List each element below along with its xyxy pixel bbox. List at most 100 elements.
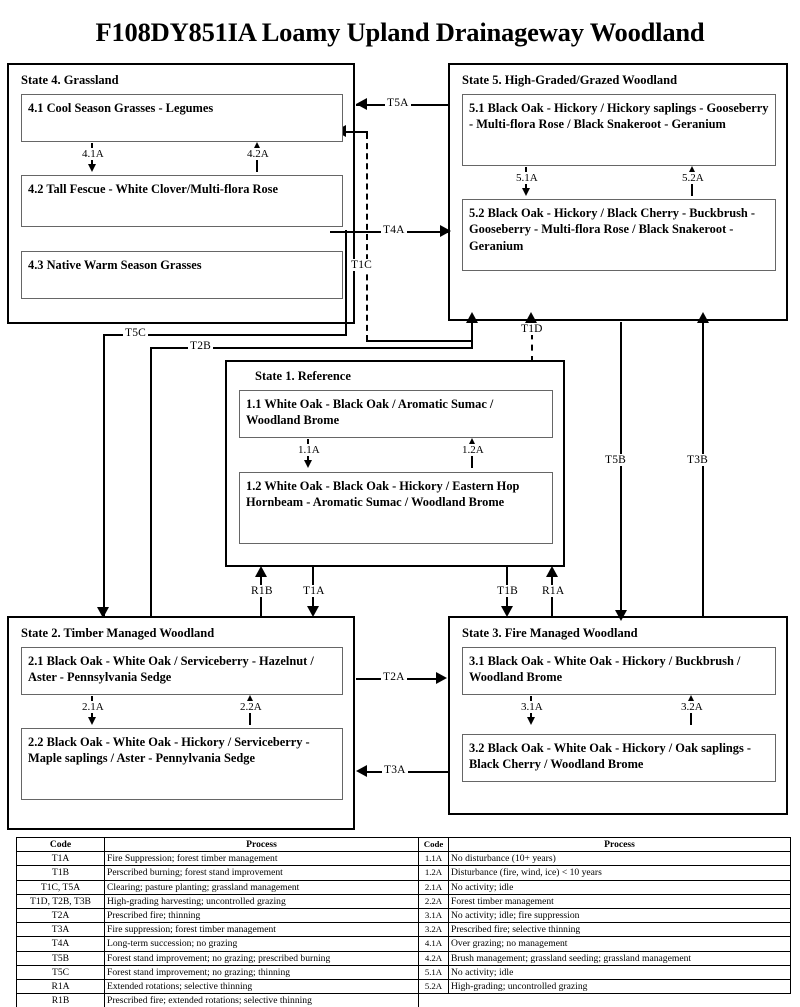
state-box-state5[interactable]: State 5. High-Graded/Grazed Woodland 5.1… [448, 63, 788, 321]
internal-label-2-1a: 2.1A [81, 701, 105, 713]
internal-label-1-1a: 1.1A [297, 444, 321, 456]
transition-label-t3b: T3B [685, 454, 711, 466]
legend-code-cell: 1.1A [418, 851, 449, 867]
legend-row: 5.2A High-grading; uncontrolled grazing [418, 979, 791, 995]
legend-process-cell: Fire Suppression; forest timber manageme… [104, 851, 419, 867]
legend-row: 1.1A No disturbance (10+ years) [418, 851, 791, 867]
phase-box-1-1[interactable]: 1.1 White Oak - Black Oak / Aromatic Sum… [239, 390, 553, 438]
phase-box-2-1[interactable]: 2.1 Black Oak - White Oak / Serviceberry… [21, 647, 343, 695]
state-box-state1[interactable]: State 1. Reference 1.1 White Oak - Black… [225, 360, 565, 567]
legend-code-cell: 5.2A [418, 979, 449, 995]
legend-code-cell: T4A [16, 936, 105, 952]
legend-row: T4A Long-term succession; no grazing [16, 936, 419, 952]
legend-row: T3A Fire suppression; forest timber manag… [16, 922, 419, 938]
transition-label-t5c: T5C [123, 327, 149, 339]
legend-code-cell: T5B [16, 950, 105, 966]
connector-t2b-riser [471, 322, 474, 348]
legend-process-cell: Forest timber management [448, 893, 791, 910]
legend-process-cell: Over grazing; no management [448, 936, 791, 952]
transition-label-t2a: T2A [381, 671, 407, 683]
legend-left-process-header: Process [104, 836, 419, 853]
phase-3-1-label: 3.1 Black Oak - White Oak - Hickory / Bu… [469, 654, 741, 685]
legend-process-cell: Long-term succession; no grazing [104, 936, 419, 952]
diagram-page: F108DY851IA Loamy Upland Drainageway Woo… [0, 0, 800, 1007]
legend-code-cell: T1D, T2B, T3B [16, 893, 105, 910]
state1-title: State 1. Reference [255, 369, 351, 383]
phase-box-3-2[interactable]: 3.2 Black Oak - White Oak - Hickory / Oa… [462, 734, 776, 782]
legend-table-left: Code Process T1A Fire Suppression; forest… [16, 836, 419, 1007]
page-title: F108DY851IA Loamy Upland Drainageway Woo… [95, 17, 705, 47]
transition-label-t3a: T3A [382, 764, 408, 776]
transition-label-t5b: T5B [603, 454, 629, 466]
internal-arrow-1-1a [303, 460, 312, 468]
legend-left-header-row: Code Process [16, 836, 419, 853]
connector-t1c-dashed [366, 133, 368, 341]
phase-box-2-2[interactable]: 2.2 Black Oak - White Oak - Hickory / Se… [21, 728, 343, 800]
internal-label-1-2a: 1.2A [461, 444, 485, 456]
legend-code-cell: R1B [16, 993, 105, 1007]
phase-box-5-2[interactable]: 5.2 Black Oak - Hickory / Black Cherry -… [462, 199, 776, 271]
legend-process-cell: Perscribed burning; forest stand improve… [104, 865, 419, 881]
transition-label-t4a: T4A [381, 224, 407, 236]
phase-2-2-label: 2.2 Black Oak - White Oak - Hickory / Se… [28, 735, 310, 766]
legend-process-cell: Fire suppression; forest timber manageme… [104, 922, 419, 938]
state-box-state3[interactable]: State 3. Fire Managed Woodland 3.1 Black… [448, 616, 788, 815]
legend-row: T1D, T2B, T3B High-grading harvesting; un… [16, 893, 419, 910]
internal-label-4-2a: 4.2A [246, 148, 270, 160]
connector-t5c-vertical [103, 334, 106, 616]
legend-process-cell: Prescribed fire; extended rotations; sel… [104, 993, 419, 1007]
legend-process-cell: Forest stand improvement; no grazing; pr… [104, 950, 419, 966]
legend-right-code-header: Code [418, 836, 449, 853]
internal-label-4-1a: 4.1A [81, 148, 105, 160]
internal-arrow-2-1a [87, 717, 96, 725]
legend-table-right: Code Process 1.1A No disturbance (10+ yea… [418, 836, 791, 995]
legend-code-cell: T1C, T5A [16, 879, 105, 895]
phase-box-4-3[interactable]: 4.3 Native Warm Season Grasses [21, 251, 343, 299]
connector-t5b-vertical [620, 322, 623, 618]
legend-row: 5.1A No activity; idle [418, 964, 791, 981]
legend-process-cell: No activity; idle [448, 964, 791, 981]
legend-process-cell: No activity; idle [448, 879, 791, 895]
phase-box-4-1[interactable]: 4.1 Cool Season Grasses - Legumes [21, 94, 343, 142]
internal-label-5-1a: 5.1A [515, 172, 539, 184]
connector-t3a-arrowhead [356, 765, 367, 777]
legend-row: T1B Perscribed burning; forest stand impr… [16, 865, 419, 881]
legend-process-cell: Prescribed fire; selective thinning [448, 922, 791, 938]
legend-row: 2.1A No activity; idle [418, 879, 791, 895]
internal-arrow-5-1a [521, 188, 530, 196]
legend-code-cell: 2.2A [418, 893, 449, 910]
legend-process-cell: Brush management; grassland seeding; gra… [448, 950, 791, 966]
legend-code-cell: 4.1A [418, 936, 449, 952]
legend-row: 4.1A Over grazing; no management [418, 936, 791, 952]
internal-arrow-4-1a [87, 164, 96, 172]
phase-5-2-label: 5.2 Black Oak - Hickory / Black Cherry -… [469, 206, 756, 253]
legend-row: 1.2A Disturbance (fire, wind, ice) < 10 y… [418, 865, 791, 881]
legend-code-cell: T2A [16, 908, 105, 924]
phase-box-1-2[interactable]: 1.2 White Oak - Black Oak - Hickory / Ea… [239, 472, 553, 544]
state4-title: State 4. Grassland [21, 73, 119, 87]
transition-label-t1a: T1A [301, 585, 327, 597]
phase-box-5-1[interactable]: 5.1 Black Oak - Hickory / Hickory saplin… [462, 94, 776, 166]
connector-r1b-arrowhead [255, 566, 267, 577]
connector-t3b-vertical [702, 322, 705, 618]
legend-row: 4.2A Brush management; grassland seeding;… [418, 950, 791, 966]
legend-code-cell: 1.2A [418, 865, 449, 881]
legend-code-cell: T1A [16, 851, 105, 867]
legend-row: 3.1A No activity; idle; fire suppression [418, 908, 791, 924]
internal-label-3-2a: 3.2A [680, 701, 704, 713]
legend-process-cell: Prescribed fire; thinning [104, 908, 419, 924]
connector-t5a-arrowhead [356, 98, 367, 110]
legend-code-cell: T5C [16, 964, 105, 981]
transition-label-t1d: T1D [519, 323, 545, 335]
legend-process-cell: No disturbance (10+ years) [448, 851, 791, 867]
state5-title: State 5. High-Graded/Grazed Woodland [462, 73, 678, 87]
transition-label-r1a: R1A [540, 585, 567, 597]
phase-box-4-2[interactable]: 4.2 Tall Fescue - White Clover/Multi-flo… [21, 175, 343, 227]
state-box-state2[interactable]: State 2. Timber Managed Woodland 2.1 Bla… [7, 616, 355, 830]
legend-code-cell: 5.1A [418, 964, 449, 981]
legend-row: R1B Prescribed fire; extended rotations; … [16, 993, 419, 1007]
legend-code-cell: T1B [16, 865, 105, 881]
state-box-state4[interactable]: State 4. Grassland 4.1 Cool Season Grass… [7, 63, 355, 324]
phase-box-3-1[interactable]: 3.1 Black Oak - White Oak - Hickory / Bu… [462, 647, 776, 695]
connector-t2a-arrowhead [436, 672, 447, 684]
